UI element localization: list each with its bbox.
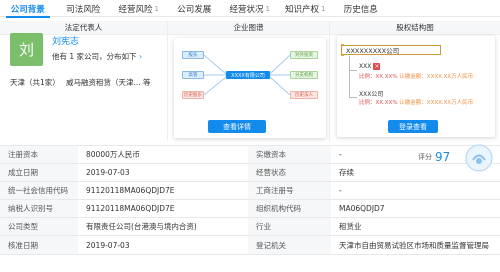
- share-amount: 认缴金额：XXXX.XX万人民币: [399, 100, 474, 106]
- map-node-history-legal: 历史法人: [290, 91, 318, 99]
- share-ratio: 比例：XX.XX%: [359, 100, 398, 106]
- score-value: 97: [435, 150, 451, 164]
- equity-detail: 比例：XX.XX% 认缴金额：XXXX.XX万人民币: [359, 72, 473, 80]
- chevron-right-icon[interactable]: ›: [139, 52, 142, 61]
- section-tabs: 公司背景 司法风险 经营风险 1 公司发展 经营状况 1 知识产权 1 历史信息: [0, 0, 500, 18]
- map-node-shareholder: 股东: [182, 51, 204, 59]
- field-value: 天津市自由贸易试验区市场和质量监督管理局: [339, 240, 489, 250]
- legal-rep-name-link[interactable]: 刘宪志: [52, 34, 79, 47]
- equity-tree-line: [349, 56, 350, 98]
- field-value: 91120118MA06QDJD7E: [86, 204, 175, 214]
- tab-label: 经营状况: [229, 4, 264, 15]
- summary-text: 他有 1 家公司，分布如下: [52, 52, 137, 61]
- tab-label: 公司背景: [10, 4, 45, 15]
- field-label: 实缴资本: [248, 146, 331, 164]
- field-label: 工商注册号: [248, 182, 331, 200]
- field-label: 成立日期: [0, 164, 78, 182]
- map-node-investment: 对外投资: [290, 51, 318, 59]
- map-node-executive: 高管: [182, 71, 204, 79]
- equity-detail: 比例：XX.XX% 认缴金额：XXXX.XX万人民币: [359, 98, 473, 106]
- close-icon: ×: [373, 63, 381, 70]
- map-node-branch: 分支机构: [290, 71, 318, 79]
- tab-operating-status[interactable]: 经营状况 1: [222, 0, 278, 17]
- map-node-history-shareholder: 历史股东: [182, 91, 204, 99]
- legal-rep-company-link[interactable]: 威马融资租赁（天津... 等: [66, 77, 151, 88]
- tab-judicial-risk[interactable]: 司法风险: [56, 0, 112, 17]
- field-label: 纳税人识别号: [0, 200, 78, 218]
- field-label: 行业: [248, 218, 331, 236]
- panel-header: 企业图谱: [168, 21, 329, 35]
- table-row: 核准日期 2019-07-03 登记机关 天津市自由贸易试验区市场和质量监督管理…: [0, 236, 500, 255]
- legal-rep-location: 天津（共1家）: [10, 78, 60, 87]
- field-value: 91120118MA06QDJD7E: [86, 186, 175, 196]
- table-row: 成立日期 2019-07-03 经营状态 存续: [0, 164, 500, 183]
- company-score: 评分 97: [418, 150, 450, 164]
- tab-operating-risk[interactable]: 经营风险 1: [111, 0, 167, 17]
- equity-company: XXXXXXXXX公司: [341, 45, 441, 55]
- tab-badge: 1: [154, 4, 159, 13]
- tab-label: 经营风险: [118, 4, 153, 15]
- score-label: 评分: [418, 153, 432, 161]
- tab-intellectual-property[interactable]: 知识产权 1: [278, 0, 334, 17]
- field-value: MA06QDJD7: [339, 204, 385, 214]
- tab-company-background[interactable]: 公司背景: [0, 0, 56, 18]
- tab-history[interactable]: 历史信息: [333, 0, 389, 17]
- field-value: 租赁业: [339, 222, 362, 232]
- login-view-button[interactable]: 登录查看: [388, 120, 438, 133]
- field-value: -: [339, 186, 342, 196]
- field-label: 公司类型: [0, 218, 78, 236]
- field-label: 经营状态: [248, 164, 331, 182]
- field-value: 80000万人民币: [86, 150, 140, 160]
- legal-rep-summary: 他有 1 家公司，分布如下 ›: [52, 51, 142, 62]
- tab-badge: 1: [265, 4, 270, 13]
- tab-label: 公司发展: [177, 4, 212, 15]
- shareholder-name: XXX公司: [359, 91, 384, 98]
- equity-shareholder: XXX ×: [359, 63, 381, 70]
- field-value: 2019-07-03: [86, 240, 130, 250]
- panel-header: 股权结构图: [330, 21, 500, 35]
- field-label: 登记机关: [248, 236, 331, 254]
- equity-tree-branch: [349, 97, 357, 98]
- tab-badge: 1: [321, 4, 326, 13]
- field-label: 组织机构代码: [248, 200, 331, 218]
- field-label: 注册资本: [0, 146, 78, 164]
- share-amount: 认缴金额：XXXX.XX万人民币: [399, 74, 474, 80]
- field-value: 有限责任公司(台港澳与境内合资): [86, 222, 197, 232]
- tab-label: 司法风险: [66, 4, 101, 15]
- score-logo-icon: [465, 144, 493, 172]
- table-row: 公司类型 有限责任公司(台港澳与境内合资) 行业 租赁业: [0, 218, 500, 237]
- avatar: 刘: [10, 33, 43, 66]
- share-ratio: 比例：XX.XX%: [359, 74, 398, 80]
- map-node-center: XXXX有限公司: [226, 71, 270, 79]
- table-row: 纳税人识别号 91120118MA06QDJD7E 组织机构代码 MA06QDJ…: [0, 200, 500, 219]
- view-details-button[interactable]: 查看详情: [208, 120, 266, 133]
- equity-tree-branch: [349, 70, 357, 71]
- tab-label: 历史信息: [343, 4, 378, 15]
- equity-shareholder: XXX公司: [359, 89, 383, 98]
- field-value: 2019-07-03: [86, 168, 130, 178]
- shareholder-name: XXX: [359, 63, 372, 70]
- field-label: 统一社会信用代码: [0, 182, 78, 200]
- tab-label: 知识产权: [285, 4, 320, 15]
- field-label: 核准日期: [0, 236, 78, 254]
- table-row: 统一社会信用代码 91120118MA06QDJD7E 工商注册号 -: [0, 182, 500, 201]
- tab-company-development[interactable]: 公司发展: [167, 0, 223, 17]
